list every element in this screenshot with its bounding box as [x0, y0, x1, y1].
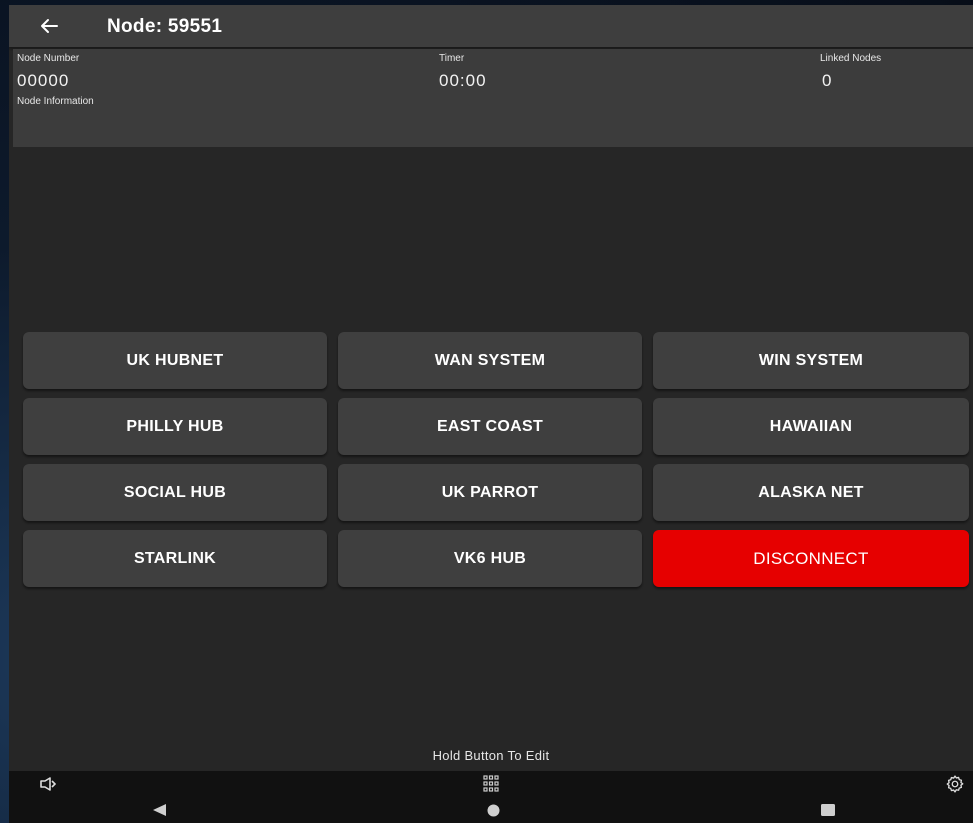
east-coast-button[interactable]: EAST COAST [338, 398, 642, 455]
node-number-value: 00000 [17, 71, 70, 90]
nav-home-icon[interactable] [487, 804, 500, 817]
vk6-hub-button[interactable]: VK6 HUB [338, 530, 642, 587]
gear-icon[interactable] [945, 774, 965, 794]
system-taskbar [9, 771, 973, 797]
node-information-label: Node Information [17, 96, 94, 107]
app-grid-icon[interactable] [483, 775, 499, 792]
timer-label: Timer [439, 53, 465, 64]
linked-nodes-label: Linked Nodes [820, 53, 882, 64]
disconnect-button[interactable]: DISCONNECT [653, 530, 969, 587]
speaker-icon[interactable] [39, 776, 57, 792]
arrow-left-icon[interactable] [37, 14, 61, 38]
uk-hubnet-button[interactable]: UK HUBNET [23, 332, 327, 389]
node-number-label: Node Number [17, 53, 80, 64]
social-hub-button[interactable]: SOCIAL HUB [23, 464, 327, 521]
top-app-bar: Node: 59551 [9, 5, 973, 47]
nav-back-icon[interactable] [152, 804, 168, 816]
system-nav-bar [9, 797, 973, 823]
nav-recents-icon[interactable] [821, 804, 835, 816]
app-screen: Node: 59551 Node Number 00000 Timer 00:0… [9, 5, 973, 823]
philly-hub-button[interactable]: PHILLY HUB [23, 398, 327, 455]
wan-system-button[interactable]: WAN SYSTEM [338, 332, 642, 389]
page-title: Node: 59551 [107, 16, 223, 37]
node-info-panel: Node Number 00000 Timer 00:00 Linked Nod… [13, 49, 973, 147]
alaska-net-button[interactable]: ALASKA NET [653, 464, 969, 521]
hold-button-hint: Hold Button To Edit [432, 748, 550, 763]
timer-value: 00:00 [439, 71, 487, 90]
starlink-button[interactable]: STARLINK [23, 530, 327, 587]
linked-nodes-value: 0 [822, 71, 833, 90]
uk-parrot-button[interactable]: UK PARROT [338, 464, 642, 521]
win-system-button[interactable]: WIN SYSTEM [653, 332, 969, 389]
hawaiian-button[interactable]: HAWAIIAN [653, 398, 969, 455]
